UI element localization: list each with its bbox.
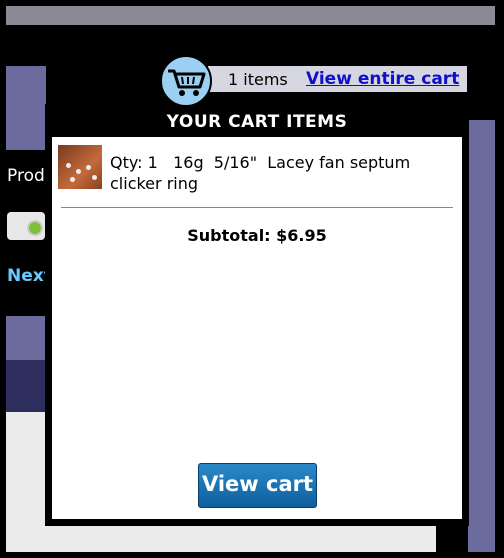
cart-item-description[interactable]: Qty: 1 16g 5/16" Lacey fan septum clicke… bbox=[110, 152, 450, 194]
divider bbox=[61, 207, 453, 208]
cart-popup: YOUR CART ITEMS Qty: 1 16g 5/16" Lacey f… bbox=[45, 104, 469, 526]
subtotal: Subtotal: $6.95 bbox=[187, 226, 327, 245]
background-panel-left-lower bbox=[6, 316, 46, 360]
view-cart-button[interactable]: View cart bbox=[198, 463, 317, 508]
top-bar bbox=[6, 6, 495, 25]
camera-icon[interactable] bbox=[7, 212, 45, 240]
background-panel-bottom bbox=[46, 526, 436, 552]
popup-body: Qty: 1 16g 5/16" Lacey fan septum clicke… bbox=[52, 137, 462, 519]
popup-title: YOUR CART ITEMS bbox=[166, 112, 348, 132]
background-panel-left bbox=[6, 66, 46, 150]
cart-summary-bar: 1 items View entire cart bbox=[208, 66, 467, 92]
item-thumbnail[interactable] bbox=[58, 145, 102, 189]
shopping-cart-icon[interactable] bbox=[160, 55, 212, 107]
background-products-text: Prod bbox=[7, 166, 45, 186]
background-panel-left-dark bbox=[6, 360, 46, 412]
background-panel-left-light bbox=[6, 412, 46, 552]
view-entire-cart-link[interactable]: View entire cart bbox=[306, 69, 459, 89]
items-count: 1 items bbox=[228, 70, 288, 89]
background-panel-right bbox=[468, 120, 495, 552]
